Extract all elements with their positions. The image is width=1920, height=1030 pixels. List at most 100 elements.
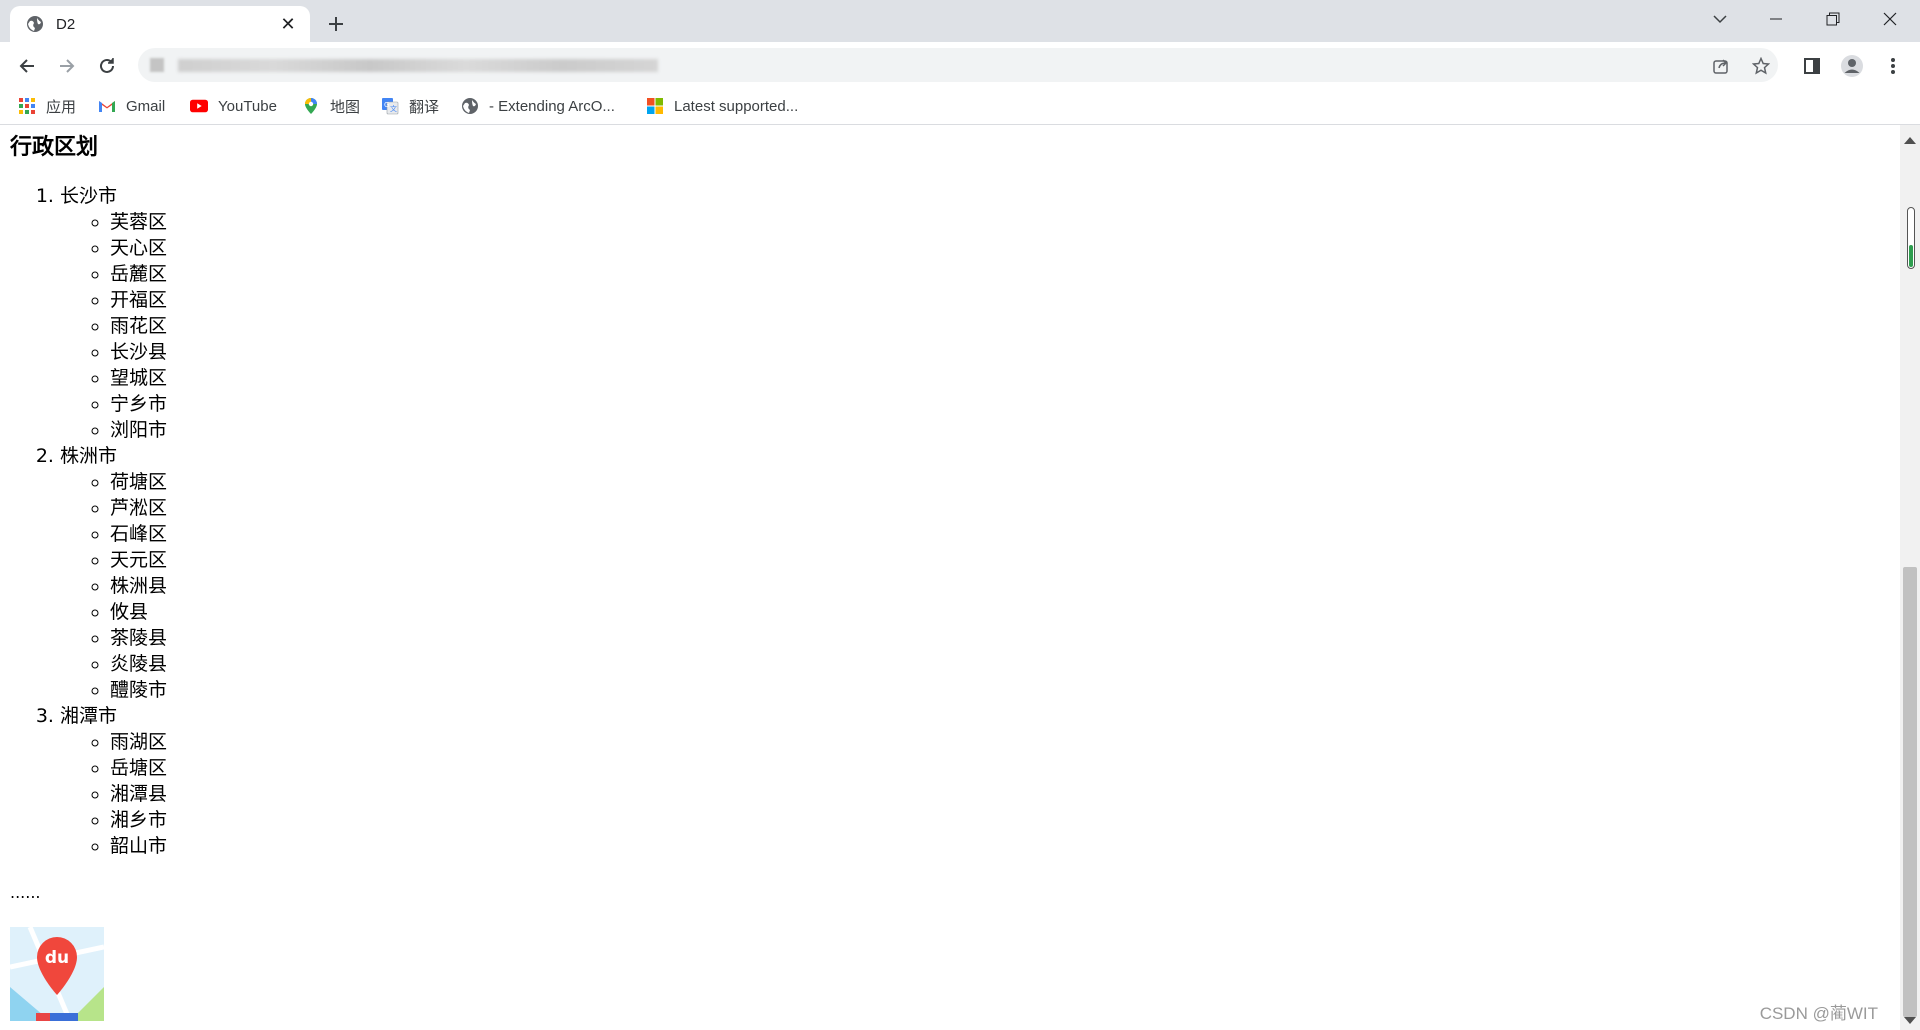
city-item: 株洲市 荷塘区 芦淞区 石峰区 天元区 株洲县 攸县 茶陵县 炎陵县 醴陵市 — [60, 443, 167, 703]
district-item: 韶山市 — [110, 833, 167, 859]
bookmark-gmail[interactable]: Gmail — [98, 94, 165, 118]
forward-button[interactable] — [50, 49, 84, 83]
district-item: 芙蓉区 — [110, 209, 167, 235]
bookmark-label: Latest supported... — [674, 97, 799, 115]
page-title: 行政区划 — [10, 135, 99, 160]
close-tab-icon[interactable]: ✕ — [274, 10, 302, 38]
globe-icon — [27, 16, 43, 32]
bookmark-label: 地图 — [330, 98, 361, 116]
bookmark-maps[interactable]: 地图 — [302, 94, 360, 118]
browser-tab[interactable]: D2 ✕ — [10, 6, 310, 42]
profile-button[interactable] — [1837, 51, 1867, 81]
district-item: 茶陵县 — [110, 625, 167, 651]
tab-strip: D2 ✕ — [0, 0, 1920, 42]
baidu-map-image[interactable]: du — [10, 927, 104, 1021]
reload-button[interactable] — [90, 49, 124, 83]
menu-button[interactable] — [1878, 51, 1908, 81]
district-item: 攸县 — [110, 599, 167, 625]
browser-toolbar — [0, 42, 1920, 88]
back-icon — [19, 59, 34, 73]
bookmark-star-button[interactable] — [1750, 55, 1772, 77]
page-content: 行政区划 长沙市 芙蓉区 天心区 岳麓区 开福区 雨花区 长沙县 望城区 宁乡市… — [0, 125, 1900, 1030]
bookmark-label: YouTube — [218, 97, 277, 115]
side-panel-icon — [1804, 58, 1820, 74]
district-list: 荷塘区 芦淞区 石峰区 天元区 株洲县 攸县 茶陵县 炎陵县 醴陵市 — [60, 469, 167, 703]
scroll-position-indicator — [1907, 207, 1915, 269]
city-name: 湘潭市 — [60, 705, 118, 727]
bookmark-latest-supported[interactable]: Latest supported... — [646, 94, 798, 118]
bookmark-label: - Extending ArcO... — [489, 97, 615, 115]
bookmark-extending-arco[interactable]: - Extending ArcO... — [461, 94, 615, 118]
restore-button[interactable] — [1805, 0, 1861, 38]
scroll-down-arrow-icon[interactable] — [1904, 1017, 1916, 1024]
district-item: 开福区 — [110, 287, 167, 313]
svg-text:G: G — [384, 101, 389, 109]
plus-icon — [329, 17, 343, 31]
scrollbar-thumb[interactable] — [1903, 567, 1917, 1017]
star-icon — [1752, 57, 1770, 75]
district-item: 石峰区 — [110, 521, 167, 547]
gmail-icon — [99, 101, 115, 112]
side-panel-button[interactable] — [1797, 51, 1827, 81]
new-tab-button[interactable] — [322, 10, 350, 38]
district-item: 望城区 — [110, 365, 167, 391]
minimize-button[interactable] — [1748, 0, 1804, 38]
district-item: 芦淞区 — [110, 495, 167, 521]
district-item: 岳塘区 — [110, 755, 167, 781]
district-item: 雨湖区 — [110, 729, 167, 755]
district-list: 芙蓉区 天心区 岳麓区 开福区 雨花区 长沙县 望城区 宁乡市 浏阳市 — [60, 209, 167, 443]
district-item: 炎陵县 — [110, 651, 167, 677]
menu-icon — [1891, 58, 1895, 74]
site-info-icon[interactable] — [150, 58, 164, 72]
restore-icon — [1826, 12, 1840, 26]
bookmark-label: 翻译 — [409, 98, 440, 116]
chevron-down-icon — [1713, 15, 1727, 24]
tab-title: D2 — [56, 15, 76, 33]
youtube-icon — [190, 99, 208, 113]
page-scrollbar[interactable] — [1900, 125, 1920, 1030]
bookmark-apps[interactable]: 应用 — [18, 94, 76, 118]
scroll-up-arrow-icon[interactable] — [1904, 137, 1916, 144]
district-item: 浏阳市 — [110, 417, 167, 443]
bookmarks-bar: 应用 Gmail YouTube 地图 G文 翻译 - Extending Ar… — [0, 88, 1920, 125]
back-button[interactable] — [10, 49, 44, 83]
bookmark-label: Gmail — [126, 97, 166, 115]
translate-icon: G文 — [382, 98, 399, 115]
district-item: 天心区 — [110, 235, 167, 261]
apps-grid-icon — [19, 98, 35, 114]
maps-pin-icon — [305, 98, 317, 114]
profile-icon — [1841, 55, 1863, 77]
bookmark-translate[interactable]: G文 翻译 — [381, 94, 439, 118]
district-item: 岳麓区 — [110, 261, 167, 287]
city-list: 长沙市 芙蓉区 天心区 岳麓区 开福区 雨花区 长沙县 望城区 宁乡市 浏阳市 … — [10, 183, 167, 859]
tab-search-button[interactable] — [1692, 0, 1748, 38]
svg-text:文: 文 — [390, 104, 397, 113]
bookmark-label: 应用 — [46, 98, 77, 116]
close-window-button[interactable] — [1862, 0, 1918, 38]
share-button[interactable] — [1710, 55, 1732, 77]
district-item: 雨花区 — [110, 313, 167, 339]
district-item: 长沙县 — [110, 339, 167, 365]
address-bar[interactable] — [138, 48, 1778, 82]
windows-logo-icon — [647, 98, 663, 114]
city-name: 长沙市 — [60, 185, 118, 207]
district-item: 湘潭县 — [110, 781, 167, 807]
city-item: 长沙市 芙蓉区 天心区 岳麓区 开福区 雨花区 长沙县 望城区 宁乡市 浏阳市 — [60, 183, 167, 443]
bookmark-youtube[interactable]: YouTube — [190, 94, 277, 118]
city-item: 湘潭市 雨湖区 岳塘区 湘潭县 湘乡市 韶山市 — [60, 703, 167, 859]
forward-icon — [60, 59, 75, 73]
district-item: 株洲县 — [110, 573, 167, 599]
map-logo-text: du — [45, 948, 69, 968]
district-item: 天元区 — [110, 547, 167, 573]
district-item: 荷塘区 — [110, 469, 167, 495]
csdn-watermark: CSDN @蔺WIT — [1759, 1004, 1878, 1023]
globe-icon — [462, 98, 478, 114]
city-name: 株洲市 — [60, 445, 118, 467]
url-text-blurred — [178, 59, 658, 72]
district-list: 雨湖区 岳塘区 湘潭县 湘乡市 韶山市 — [60, 729, 167, 859]
share-icon — [1713, 59, 1728, 74]
minimize-icon — [1770, 18, 1782, 20]
district-item: 醴陵市 — [110, 677, 167, 703]
close-icon — [1883, 12, 1897, 26]
district-item: 湘乡市 — [110, 807, 167, 833]
